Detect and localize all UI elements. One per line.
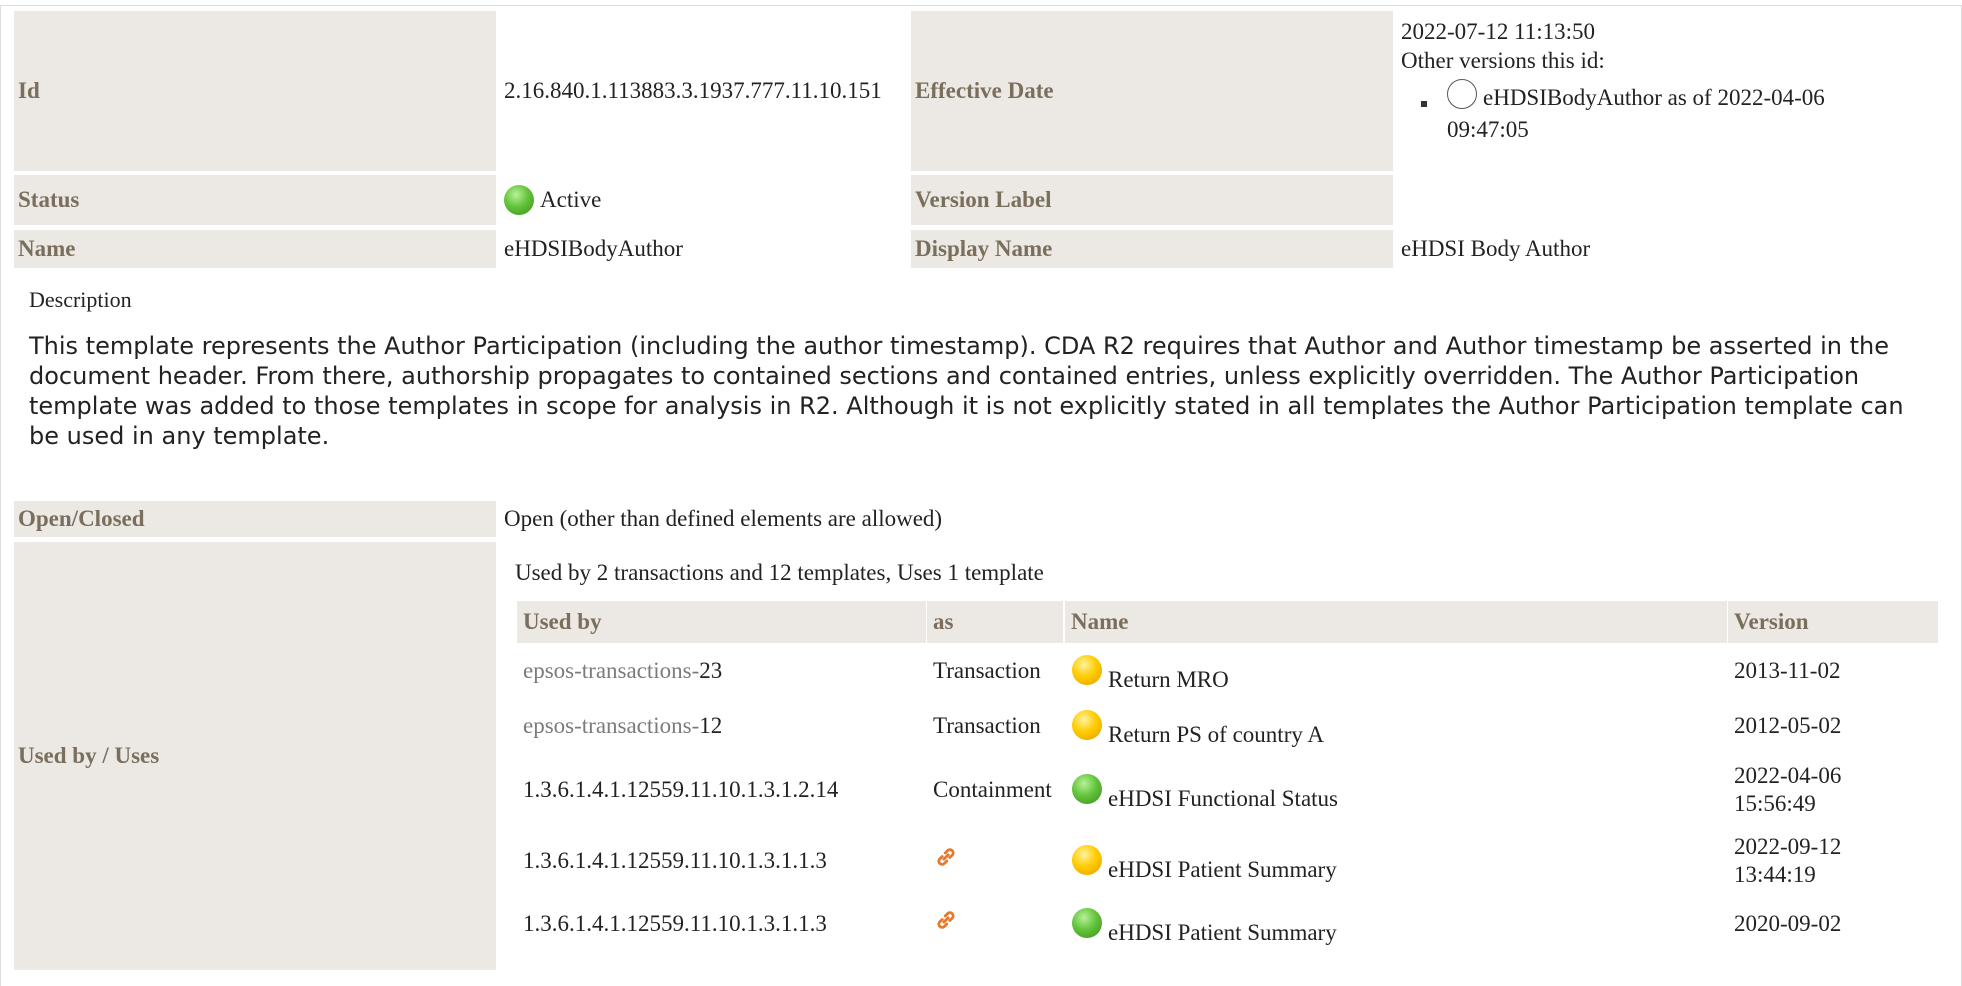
description-text: This template represents the Author Part… xyxy=(29,332,1904,450)
table-row-name[interactable]: Return PS of country A xyxy=(1072,706,1324,754)
row-name-text: eHDSI Patient Summary xyxy=(1108,857,1337,882)
row-name-text: eHDSI Functional Status xyxy=(1108,786,1338,811)
version-label-value xyxy=(1393,175,1933,225)
usedby-prefix: epsos-transactions- xyxy=(523,658,700,683)
name-label: Name xyxy=(14,230,496,268)
display-name-value: eHDSI Body Author xyxy=(1401,236,1591,261)
col-name: Name xyxy=(1065,601,1727,643)
status-text: Active xyxy=(540,187,602,212)
status-active-icon xyxy=(504,185,534,215)
effective-date-label: Effective Date xyxy=(911,11,1393,171)
link-icon[interactable] xyxy=(933,904,959,936)
version-time: 13:44:19 xyxy=(1734,862,1816,887)
usedby-id: 1.3.6.1.4.1.12559.11.10.1.3.1.1.3 xyxy=(523,911,827,936)
table-row-version: 2013-11-02 xyxy=(1734,658,1841,683)
status-active-icon xyxy=(1072,774,1102,804)
col-used-by: Used by xyxy=(517,601,926,643)
status-value: Active xyxy=(496,175,910,225)
table-row-as: Transaction xyxy=(933,713,1041,738)
table-row-version: 2020-09-02 xyxy=(1734,911,1842,936)
open-closed-value: Open (other than defined elements are al… xyxy=(504,506,943,531)
table-row-usedby[interactable]: epsos-transactions- 23 xyxy=(523,651,722,691)
table-row-usedby[interactable]: 1.3.6.1.4.1.12559.11.10.1.3.1.2.14 xyxy=(523,770,838,810)
status-empty-icon xyxy=(1447,79,1477,109)
effective-date-value: 2022-07-12 11:13:50 Other versions this … xyxy=(1401,17,1941,167)
other-version-item[interactable]: eHDSIBodyAuthor as of 2022-04-06 09:47:0… xyxy=(1421,79,1941,145)
status-label: Status xyxy=(14,175,496,225)
table-row-version: 2012-05-02 xyxy=(1734,713,1842,738)
version-date: 2022-04-06 xyxy=(1734,763,1842,788)
table-row-usedby[interactable]: 1.3.6.1.4.1.12559.11.10.1.3.1.1.3 xyxy=(523,904,827,944)
table-row-version: 2022-04-06 15:56:49 xyxy=(1734,760,1841,820)
display-name-label: Display Name xyxy=(911,230,1393,268)
used-by-summary: Used by 2 transactions and 12 templates,… xyxy=(515,560,1044,585)
other-version-time: 09:47:05 xyxy=(1447,117,1529,142)
effective-date-text: 2022-07-12 11:13:50 xyxy=(1401,19,1595,44)
usedby-prefix: epsos-transactions- xyxy=(523,713,700,738)
usedby-id: 23 xyxy=(699,658,723,683)
table-row-usedby[interactable]: epsos-transactions- 12 xyxy=(523,706,722,746)
col-as: as xyxy=(927,601,1063,643)
table-row-as: Transaction xyxy=(933,658,1041,683)
other-version-text: eHDSIBodyAuthor as of 2022-04-06 xyxy=(1483,85,1825,110)
usedby-id: 1.3.6.1.4.1.12559.11.10.1.3.1.1.3 xyxy=(523,848,827,873)
status-draft-icon xyxy=(1072,655,1102,685)
link-icon[interactable] xyxy=(933,841,959,873)
other-versions-label: Other versions this id: xyxy=(1401,48,1605,73)
version-label-label: Version Label xyxy=(911,175,1393,225)
table-row-name[interactable]: eHDSI Patient Summary xyxy=(1072,904,1337,952)
id-value: 2.16.840.1.113883.3.1937.777.11.10.151 xyxy=(504,78,882,103)
open-closed-label: Open/Closed xyxy=(14,501,496,537)
id-label: Id xyxy=(14,11,496,171)
name-value: eHDSIBodyAuthor xyxy=(504,236,683,261)
row-name-text: Return MRO xyxy=(1108,667,1229,692)
usedby-id: 1.3.6.1.4.1.12559.11.10.1.3.1.2.14 xyxy=(523,777,839,802)
status-draft-icon xyxy=(1072,710,1102,740)
usedby-id: 12 xyxy=(699,713,723,738)
table-row-name[interactable]: eHDSI Patient Summary xyxy=(1072,841,1337,889)
bullet-icon xyxy=(1421,101,1427,107)
col-version: Version xyxy=(1728,601,1938,643)
row-name-text: Return PS of country A xyxy=(1108,722,1324,747)
table-row-name[interactable]: eHDSI Functional Status xyxy=(1072,770,1338,818)
status-active-icon xyxy=(1072,908,1102,938)
table-row-version: 2022-09-12 13:44:19 xyxy=(1734,831,1841,891)
version-time: 15:56:49 xyxy=(1734,791,1816,816)
table-row-as: Containment xyxy=(933,777,1052,802)
status-draft-icon xyxy=(1072,845,1102,875)
table-row-usedby[interactable]: 1.3.6.1.4.1.12559.11.10.1.3.1.1.3 xyxy=(523,841,827,881)
row-name-text: eHDSI Patient Summary xyxy=(1108,920,1337,945)
version-date: 2022-09-12 xyxy=(1734,834,1842,859)
description-heading: Description xyxy=(29,287,132,312)
table-row-name[interactable]: Return MRO xyxy=(1072,651,1229,699)
used-by-label: Used by / Uses xyxy=(14,542,496,970)
